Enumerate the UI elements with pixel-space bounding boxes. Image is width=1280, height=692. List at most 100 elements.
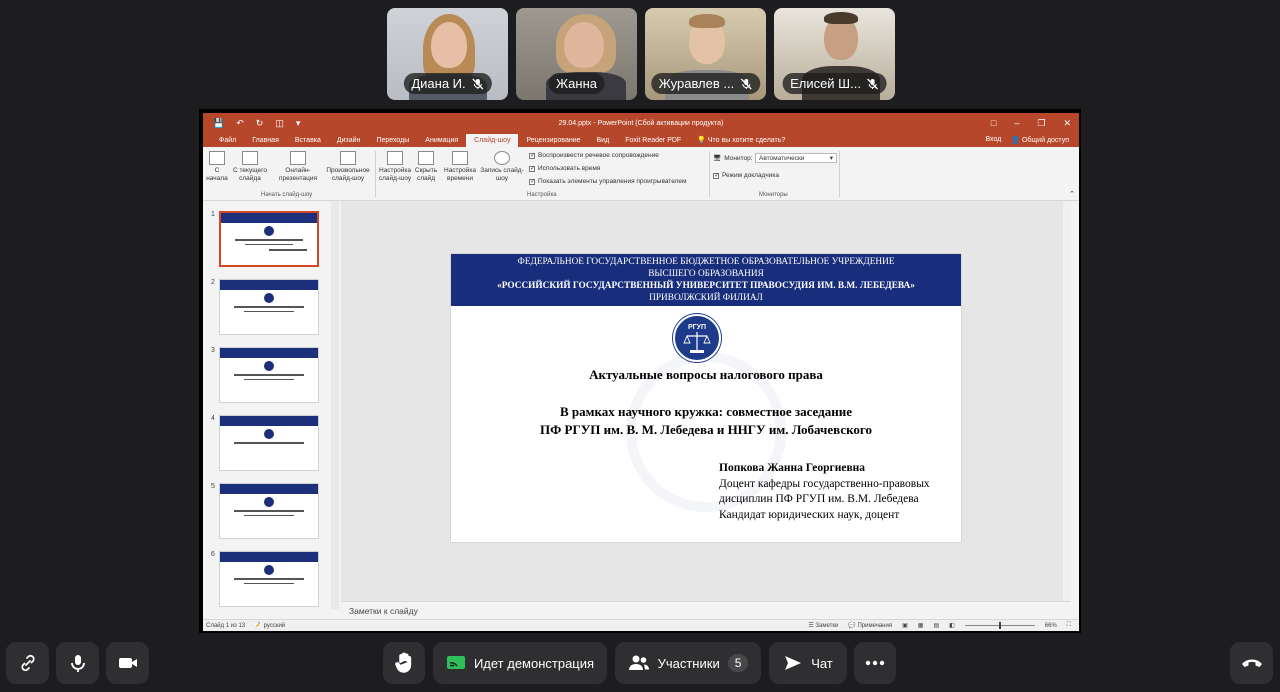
slide-thumbnail[interactable] xyxy=(219,211,319,267)
participant-tile[interactable]: Жанна xyxy=(516,8,637,100)
tab-slideshow[interactable]: Слайд-шоу xyxy=(466,134,519,147)
record-show-button[interactable]: Запись слайд-шоу xyxy=(479,151,525,183)
slide-number: 5 xyxy=(211,483,215,490)
slide-number: 2 xyxy=(211,279,215,286)
thumbnail-text-line xyxy=(244,310,294,312)
maximize-icon[interactable]: ❐ xyxy=(1037,118,1045,129)
slide-thumbnail[interactable] xyxy=(219,551,319,607)
thumbnail-text-line xyxy=(234,578,304,580)
tab-transitions[interactable]: Переходы xyxy=(368,137,417,147)
narration-checkbox[interactable]: ✓ Воспроизвести речевое сопровождение xyxy=(529,152,659,159)
ribbon-options-icon[interactable]: □ xyxy=(991,118,996,129)
chat-button[interactable]: Чат xyxy=(769,642,847,684)
slide-thumbnail[interactable] xyxy=(219,279,319,335)
language-indicator[interactable]: русский xyxy=(264,623,286,629)
slide-count: Слайд 1 из 13 xyxy=(206,622,246,629)
editor-scrollbar[interactable] xyxy=(1063,201,1071,601)
more-options-button[interactable] xyxy=(854,642,896,684)
participants-icon xyxy=(628,655,649,670)
thumbnail-text-line xyxy=(234,442,304,444)
participants-label: Участники xyxy=(657,655,720,671)
fit-slide-icon[interactable]: ⛶ xyxy=(1067,622,1071,629)
participant-name-tag: Елисей Ш... xyxy=(782,73,887,94)
thumbnail-text-line xyxy=(244,378,294,380)
tell-me-search[interactable]: 💡 Что вы хотите сделать? xyxy=(689,136,793,147)
thumbnail-emblem xyxy=(264,497,274,507)
tab-animation[interactable]: Анимация xyxy=(417,137,466,147)
participant-tile[interactable]: Елисей Ш... xyxy=(774,8,895,100)
slide-number: 6 xyxy=(211,551,215,558)
participants-button[interactable]: Участники 5 xyxy=(615,642,761,684)
share-label: Общий доступ xyxy=(1021,137,1069,144)
window-controls: □ – ❐ ✕ xyxy=(991,118,1071,129)
screen-share-status-button[interactable]: Идет демонстрация xyxy=(433,642,607,684)
online-present-button[interactable]: Онлайн-презентация xyxy=(275,151,321,183)
hide-slide-icon xyxy=(418,151,434,165)
slideshow-current-icon xyxy=(242,151,258,165)
tab-review[interactable]: Рецензирование xyxy=(518,137,588,147)
header-line: ФЕДЕРАЛЬНОЕ ГОСУДАРСТВЕННОЕ БЮДЖЕТНОЕ ОБ… xyxy=(517,257,895,267)
minimize-icon[interactable]: – xyxy=(1014,118,1019,129)
raise-hand-button[interactable] xyxy=(383,642,425,684)
setup-show-button[interactable]: Настройка слайд-шоу xyxy=(377,151,413,183)
zoom-slider-thumb[interactable] xyxy=(998,622,1001,629)
notes-toggle[interactable]: ☰ Заметки xyxy=(808,622,838,629)
zoom-level[interactable]: 66% xyxy=(1045,623,1057,629)
chevron-down-icon: ▾ xyxy=(829,155,833,162)
share-button[interactable]: 👤 Общий доступ xyxy=(1011,136,1069,144)
thumbnail-header-band xyxy=(220,552,318,562)
ribbon-separator xyxy=(375,151,376,197)
monitor-select[interactable]: Автоматически ▾ xyxy=(755,153,837,163)
tab-view[interactable]: Вид xyxy=(589,137,618,147)
close-icon[interactable]: ✕ xyxy=(1063,118,1071,129)
tab-foxit[interactable]: Foxit Reader PDF xyxy=(617,137,689,147)
sorter-view-icon[interactable]: ▦ xyxy=(918,622,924,629)
reading-view-icon[interactable]: ▤ xyxy=(933,622,939,629)
copy-link-button[interactable] xyxy=(6,642,49,684)
notes-pane[interactable]: Заметки к слайду xyxy=(341,601,1071,619)
player-controls-checkbox[interactable]: ✓ Показать элементы управления проигрыват… xyxy=(529,178,686,185)
from-start-button[interactable]: С начала xyxy=(205,151,229,183)
group-monitors-label: Мониторы xyxy=(759,192,788,198)
custom-show-button[interactable]: Произвольное слайд-шоу xyxy=(323,151,373,183)
hide-slide-button[interactable]: Скрыть слайд xyxy=(413,151,439,183)
video-call-window: Диана И. Жанна Журавлев ... Елисей Ш... … xyxy=(0,0,1280,692)
slide-number: 4 xyxy=(211,415,215,422)
thumbnail-text-line xyxy=(244,514,294,516)
participant-name: Жанна xyxy=(556,76,597,91)
header-line: ПРИВОЛЖСКИЙ ФИЛИАЛ xyxy=(649,293,763,303)
use-timings-checkbox[interactable]: ✓ Использовать время xyxy=(529,165,600,172)
tab-home[interactable]: Главная xyxy=(244,137,287,147)
thumbnail-header-band xyxy=(220,416,318,426)
tab-file[interactable]: Файл xyxy=(211,137,244,147)
microphone-button[interactable] xyxy=(56,642,99,684)
slide-canvas[interactable]: ФЕДЕРАЛЬНОЕ ГОСУДАРСТВЕННОЕ БЮДЖЕТНОЕ ОБ… xyxy=(451,254,961,542)
slideshow-start-icon xyxy=(209,151,225,165)
spellcheck-icon[interactable]: 📝 xyxy=(253,622,260,629)
signin-link[interactable]: Вход xyxy=(985,136,1001,144)
participant-tile[interactable]: Диана И. xyxy=(387,8,508,100)
presenter-view-checkbox[interactable]: ✓ Режим докладчика xyxy=(713,172,779,179)
zoom-slider[interactable] xyxy=(964,622,1035,629)
tab-design[interactable]: Дизайн xyxy=(329,137,369,147)
slideshow-view-icon[interactable]: ◧ xyxy=(949,622,955,629)
thumbnail-scrollbar[interactable] xyxy=(331,201,339,609)
send-icon xyxy=(785,656,802,670)
slide-number: 1 xyxy=(211,211,215,218)
from-current-button[interactable]: С текущего слайда xyxy=(231,151,269,183)
rehearse-timings-button[interactable]: Настройка времени xyxy=(441,151,479,183)
author-name: Попкова Жанна Георгиевна xyxy=(719,462,866,474)
slide-thumbnail[interactable] xyxy=(219,415,319,471)
checkbox-checked-icon: ✓ xyxy=(529,152,536,159)
participant-tile[interactable]: Журавлев ... xyxy=(645,8,766,100)
slide-thumbnail[interactable] xyxy=(219,347,319,403)
slide-thumbnail[interactable] xyxy=(219,483,319,539)
collapse-ribbon-icon[interactable]: ⌃ xyxy=(1069,190,1075,198)
leave-call-button[interactable] xyxy=(1230,642,1273,684)
comments-toggle[interactable]: 💬 Примечания xyxy=(848,622,892,629)
normal-view-icon[interactable]: ▣ xyxy=(902,622,908,629)
shared-screen: 💾 ↶ ↻ ◫ ▾ 29.04.pptx - PowerPoint (Сбой … xyxy=(199,109,1081,633)
monitor-value: Автоматически xyxy=(759,155,805,162)
camera-button[interactable] xyxy=(106,642,149,684)
tab-insert[interactable]: Вставка xyxy=(287,137,329,147)
